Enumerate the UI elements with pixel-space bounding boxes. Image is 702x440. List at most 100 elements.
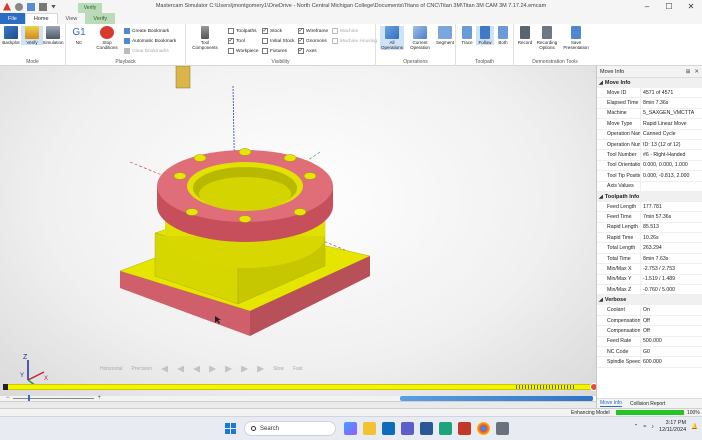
panel-pin-icon[interactable]: ⊞ <box>686 69 691 75</box>
tool-components-button[interactable]: Tool Components <box>188 26 222 50</box>
dropdown-icon[interactable] <box>51 4 56 9</box>
backplot-button[interactable]: Backplot <box>0 26 22 45</box>
notification-bell-icon[interactable]: 🔔 <box>691 424 698 430</box>
property-value: 0.000, 0.000, 1.000 <box>643 162 688 169</box>
toolpaths-checkbox[interactable]: Toolpaths <box>228 28 257 34</box>
tab-view[interactable]: View <box>58 13 86 24</box>
teams-icon[interactable] <box>401 422 414 435</box>
zoom-slider[interactable] <box>12 394 95 402</box>
property-value: 7min 57.36s <box>643 213 672 220</box>
settings-app-icon[interactable] <box>496 422 509 435</box>
axes-checkbox[interactable]: Axes <box>298 48 317 54</box>
clear-bookmarks-button[interactable]: Clear Bookmarks <box>124 48 169 54</box>
rewind-button[interactable] <box>193 365 201 373</box>
tab-verify[interactable]: Verify <box>85 13 116 24</box>
chevron-up-icon[interactable]: ⌃ <box>634 424 639 430</box>
recording-options-button[interactable]: Recording Options <box>534 26 560 50</box>
outlook-icon[interactable] <box>382 422 395 435</box>
tab-move-info[interactable]: Move Info <box>600 400 622 407</box>
save-presentation-button[interactable]: Save Presentation <box>560 26 592 50</box>
taskbar-search[interactable]: Search <box>244 421 336 436</box>
both-button[interactable]: Both <box>494 26 512 45</box>
collapse-icon[interactable]: ◢ <box>599 80 603 86</box>
section-header[interactable]: ◢ Verbose <box>597 295 702 306</box>
volume-icon[interactable]: ♪ <box>651 424 654 430</box>
timeline-start-marker[interactable] <box>3 384 8 390</box>
fast-forward-button[interactable] <box>225 365 233 373</box>
nc-button[interactable]: G1 NC <box>68 26 90 45</box>
search-icon <box>251 426 256 431</box>
property-key: Total Length <box>597 243 641 253</box>
current-operation-button[interactable]: Current Operation <box>407 26 433 50</box>
section-header[interactable]: ◢ Toolpath Info <box>597 191 702 202</box>
stop-conditions-button[interactable]: Stop Conditions <box>92 26 122 50</box>
close-button[interactable]: ✕ <box>680 0 702 13</box>
axes-gnomon: Z Y X <box>20 354 48 387</box>
follow-button[interactable]: Follow <box>476 26 494 45</box>
timeline-progress-bar[interactable] <box>3 383 598 391</box>
wifi-icon[interactable]: ≈ <box>643 424 646 430</box>
initial-stock-checkbox[interactable]: Initial Stock <box>262 38 295 44</box>
svg-text:X: X <box>44 376 48 382</box>
step-back-button[interactable] <box>177 365 185 373</box>
panel-tabs: Move Info Collision Report <box>597 398 702 408</box>
tool-checkbox[interactable]: Tool <box>228 38 245 44</box>
segment-button[interactable]: Segment <box>434 26 456 45</box>
start-button[interactable] <box>225 423 236 434</box>
go-to-start-button[interactable] <box>161 365 169 373</box>
property-value: -1.519 / 1.489 <box>643 276 676 283</box>
section-header[interactable]: ◢ Move Info <box>597 78 702 88</box>
panel-section: ◢ Toolpath Info Feed Length 177.781 Feed Tim… <box>597 191 702 296</box>
machine-housing-checkbox[interactable]: Machine Housing <box>332 38 377 44</box>
record-button[interactable]: Record <box>516 26 534 45</box>
graphics-viewport[interactable]: Z Y X <box>0 66 596 396</box>
property-value: Off <box>643 327 650 334</box>
verify-button[interactable]: Verify <box>21 26 43 45</box>
workpiece-checkbox[interactable]: Workpiece <box>228 48 259 54</box>
settings-icon[interactable] <box>15 2 23 11</box>
trace-button[interactable]: Trace <box>458 26 476 45</box>
go-to-end-button[interactable] <box>257 365 265 373</box>
collapse-icon[interactable]: ◢ <box>599 297 603 303</box>
tab-file[interactable]: File <box>0 13 25 24</box>
horizontal-label: Horizontal <box>100 366 123 372</box>
property-key: Rapid Length <box>597 222 641 233</box>
view-icon[interactable] <box>39 2 47 11</box>
wireframe-checkbox[interactable]: Wireframe <box>298 28 328 34</box>
automatic-bookmark-button[interactable]: Automatic Bookmark <box>124 38 176 44</box>
bookmark-clear-icon <box>124 48 130 54</box>
stop-icon <box>100 26 114 39</box>
fast-label: Fast <box>292 366 303 372</box>
create-bookmark-button[interactable]: Create Bookmark <box>124 28 169 34</box>
tab-collision-report[interactable]: Collision Report <box>630 401 665 407</box>
all-operations-button[interactable]: All Operations <box>380 26 404 50</box>
edge-icon[interactable] <box>439 422 452 435</box>
play-button[interactable] <box>209 365 217 373</box>
collapse-icon[interactable]: ◢ <box>599 194 603 200</box>
tool-components-icon <box>201 26 209 39</box>
minimize-button[interactable]: – <box>636 0 658 13</box>
property-key: Machine <box>597 108 641 119</box>
word-icon[interactable] <box>420 422 433 435</box>
step-forward-button[interactable] <box>241 365 249 373</box>
playback-group: G1 NC Stop Conditions Create Bookmark Au… <box>66 24 186 66</box>
property-row: Operation NameCanned Cycle <box>597 129 702 140</box>
screen-capture-icon[interactable] <box>27 2 35 11</box>
svg-text:Y: Y <box>20 373 24 379</box>
gnomons-checkbox[interactable]: Gnomons <box>298 38 327 44</box>
stock-checkbox[interactable]: Stock <box>262 28 282 34</box>
demo-group-label: Demonstration Tools <box>532 59 578 65</box>
fixtures-checkbox[interactable]: Fixtures <box>262 48 287 54</box>
panel-close-icon[interactable]: ✕ <box>694 69 699 75</box>
chrome-icon[interactable] <box>477 422 490 435</box>
mastercam-icon[interactable] <box>458 422 471 435</box>
property-value: 8min 7.63s <box>643 255 669 262</box>
maximize-button[interactable]: ☐ <box>658 0 680 13</box>
simulation-button[interactable]: Simulation <box>42 26 64 45</box>
copilot-icon[interactable] <box>344 422 357 435</box>
trace-icon <box>462 26 472 39</box>
file-explorer-icon[interactable] <box>363 422 376 435</box>
tab-home[interactable]: Home <box>24 13 58 24</box>
machine-checkbox[interactable]: Machine <box>332 28 358 34</box>
clock[interactable]: 3:17 PM 12/11/2024 <box>659 420 686 434</box>
